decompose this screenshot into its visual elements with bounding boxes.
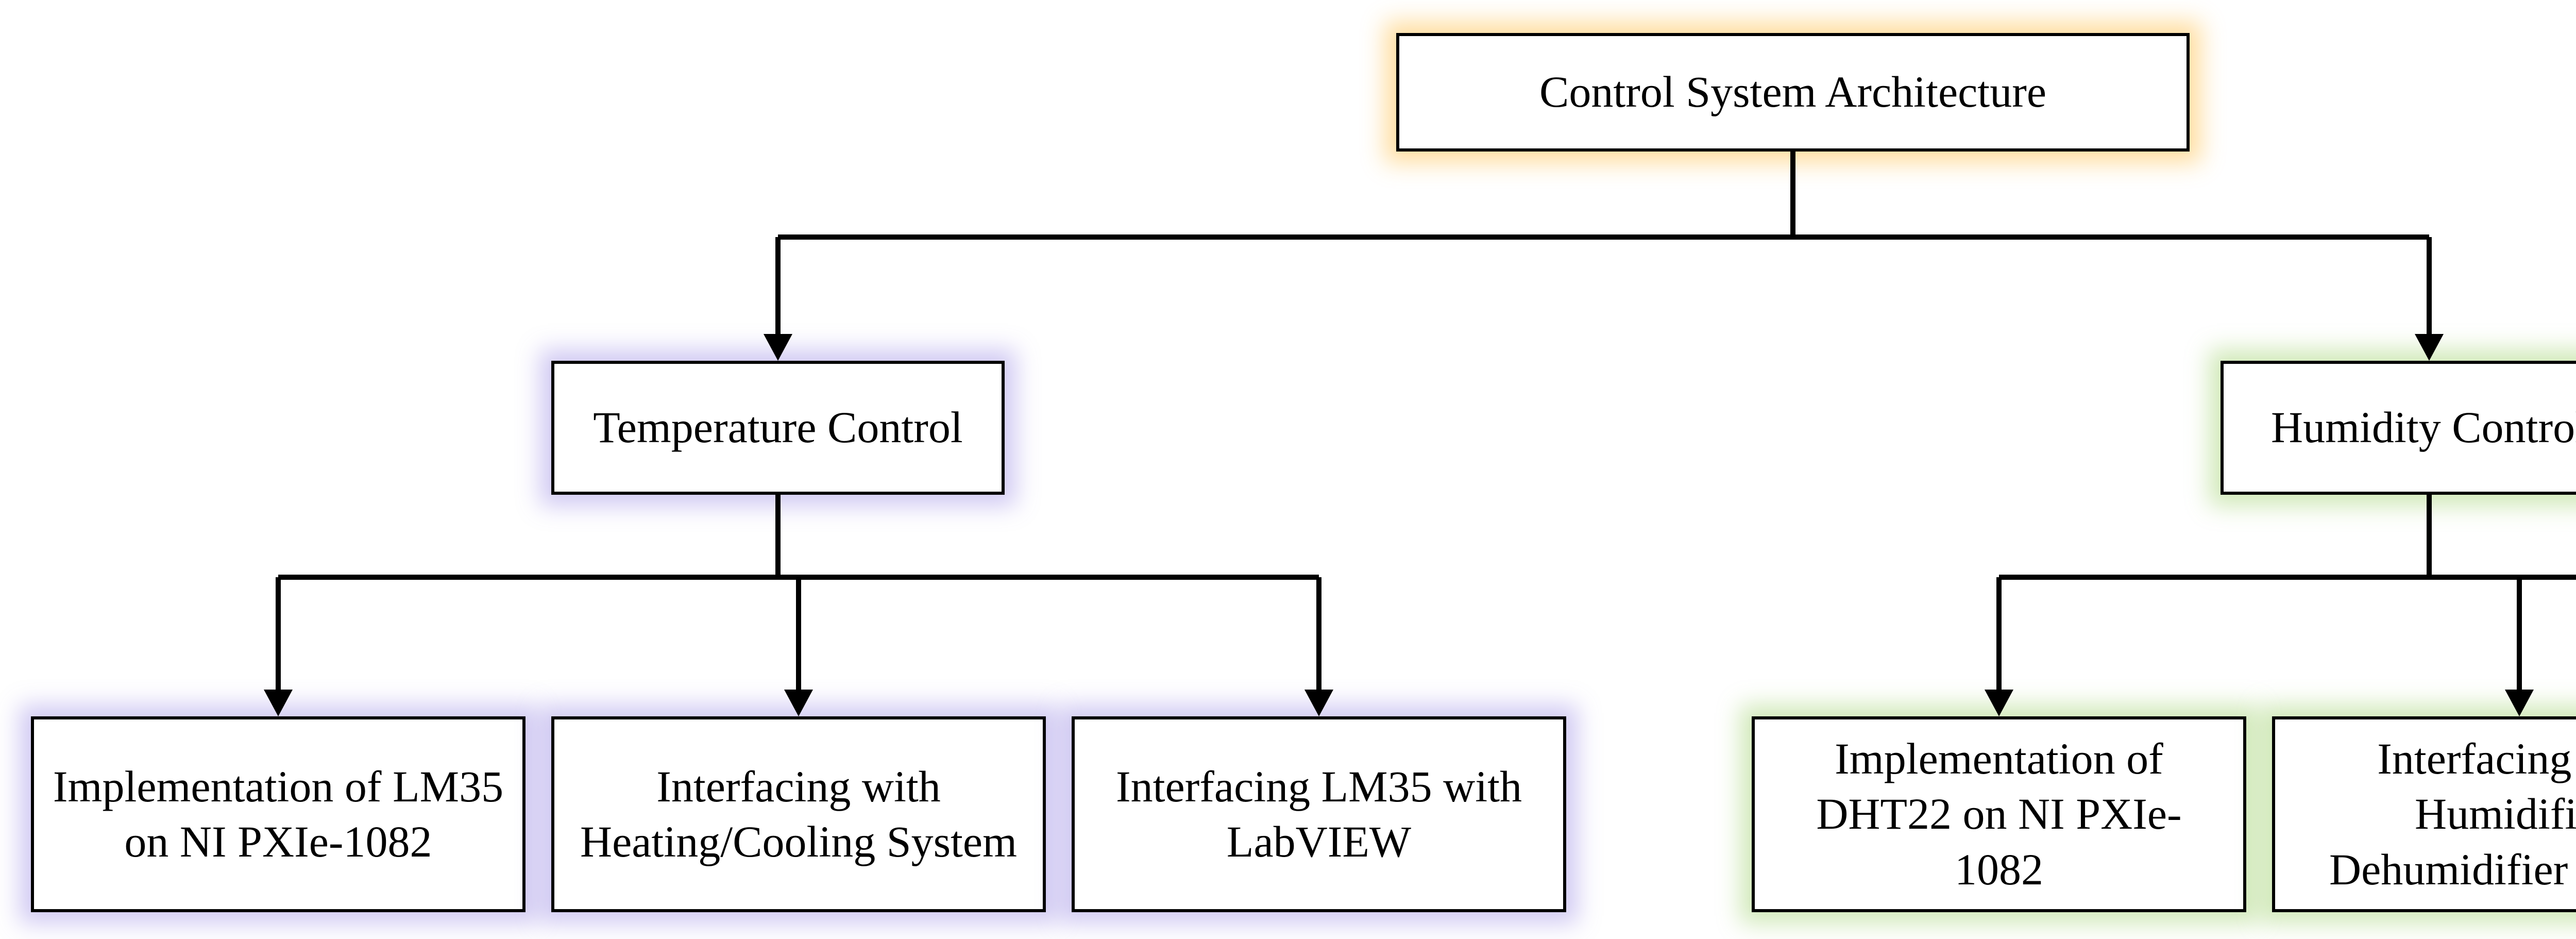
root-node: Control System Architecture: [1396, 33, 2190, 152]
hum-leaf-2: Interfacing with Humidifier/ Dehumidifie…: [2272, 716, 2576, 912]
hum-leaf-1: Implementation of DHT22 on NI PXIe-1082: [1752, 716, 2246, 912]
temperature-control-label: Temperature Control: [593, 400, 963, 456]
humidity-control-node: Humidity Control: [2221, 361, 2576, 495]
temp-leaf-3-label: Interfacing LM35 with LabVIEW: [1092, 759, 1546, 870]
hum-leaf-1-label: Implementation of DHT22 on NI PXIe-1082: [1772, 731, 2226, 898]
temperature-control-node: Temperature Control: [551, 361, 1005, 495]
root-label: Control System Architecture: [1539, 64, 2046, 120]
temp-leaf-1: Implementation of LM35 on NI PXIe-1082: [31, 716, 526, 912]
temp-leaf-2-label: Interfacing with Heating/Cooling System: [572, 759, 1025, 870]
humidity-control-label: Humidity Control: [2271, 400, 2576, 456]
hum-leaf-2-label: Interfacing with Humidifier/ Dehumidifie…: [2293, 731, 2576, 898]
temp-leaf-2: Interfacing with Heating/Cooling System: [551, 716, 1046, 912]
temp-leaf-3: Interfacing LM35 with LabVIEW: [1072, 716, 1566, 912]
temp-leaf-1-label: Implementation of LM35 on NI PXIe-1082: [52, 759, 505, 870]
